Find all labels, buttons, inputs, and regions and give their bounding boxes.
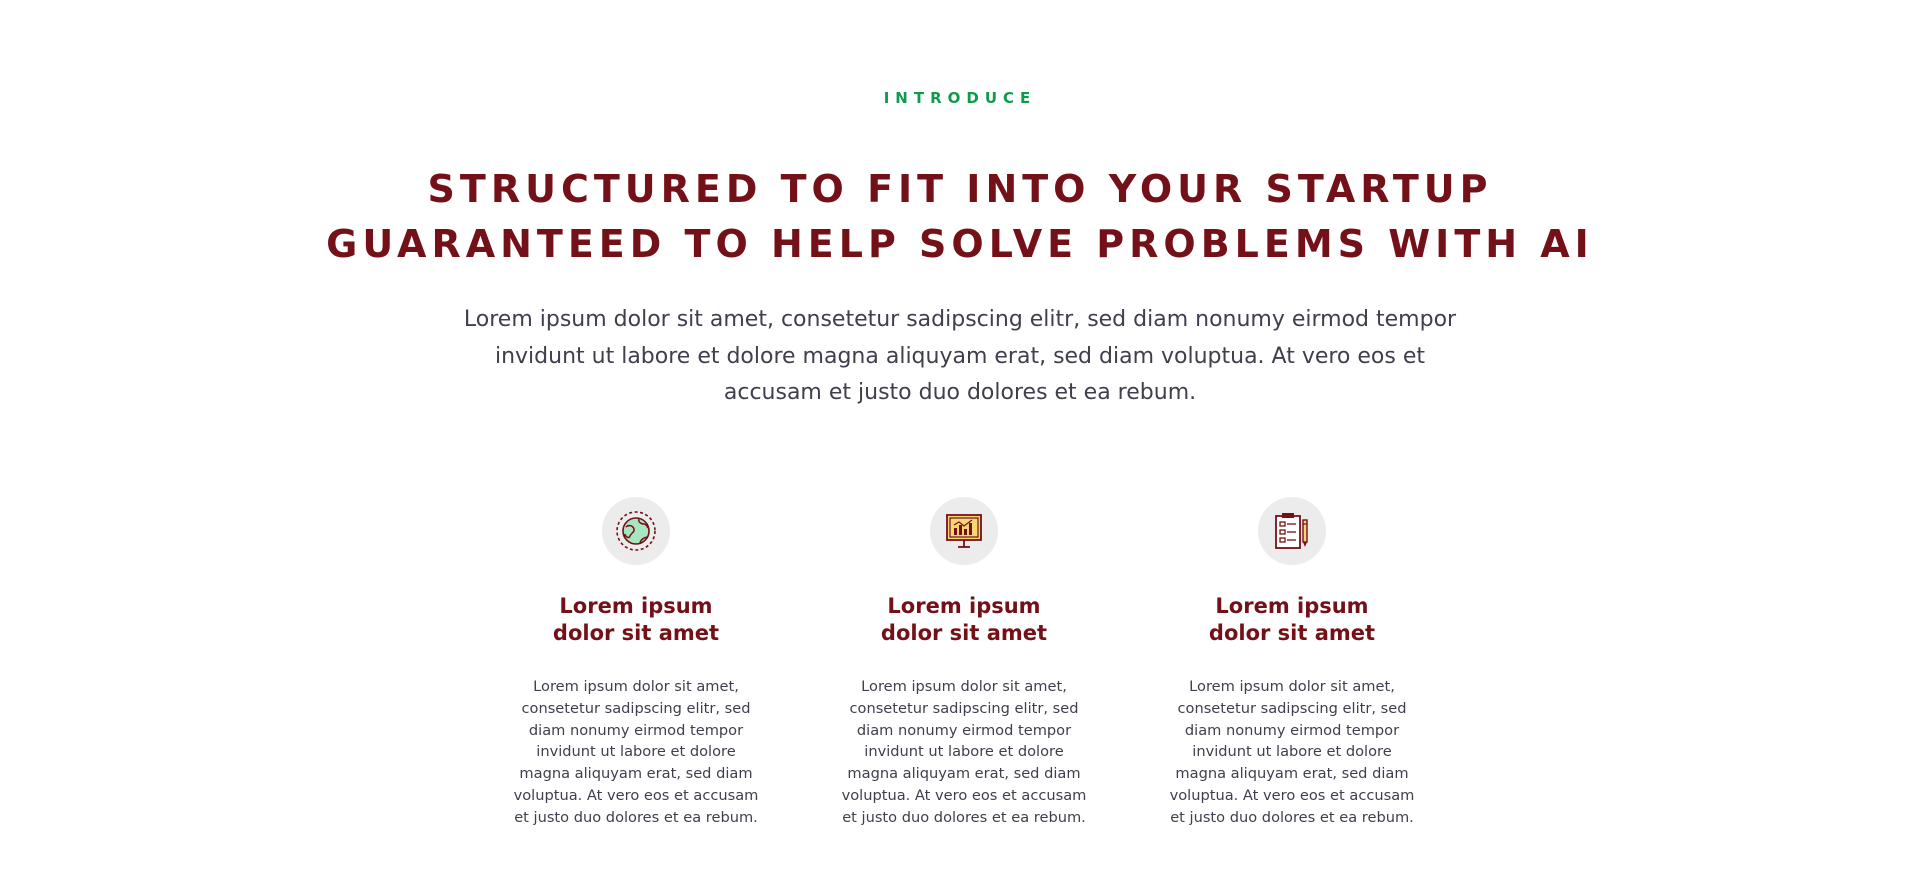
feature-icon-circle <box>602 497 670 565</box>
introduce-section: INTRODUCE STRUCTURED TO FIT INTO YOUR ST… <box>0 0 1920 894</box>
feature-title: Lorem ipsum dolor sit amet <box>1167 593 1417 647</box>
feature-title-line-2: dolor sit amet <box>1208 621 1376 645</box>
presentation-chart-icon <box>946 514 982 548</box>
section-intro-text: Lorem ipsum dolor sit amet, consetetur s… <box>463 307 1457 405</box>
headline-line-1: STRUCTURED TO FIT INTO YOUR STARTUP <box>427 167 1493 211</box>
feature-title-line-1: Lorem ipsum <box>559 594 713 618</box>
feature-description: Lorem ipsum dolor sit amet, consetetur s… <box>1169 678 1415 826</box>
feature-list: Lorem ipsum dolor sit amet Lorem ipsum d… <box>0 497 1920 857</box>
clipboard-pen-icon <box>1275 513 1308 549</box>
feature-card-2: Lorem ipsum dolor sit amet Lorem ipsum d… <box>839 497 1089 829</box>
headline-line-2: GUARANTEED TO HELP SOLVE PROBLEMS WITH A… <box>326 222 1594 266</box>
feature-card-1: Lorem ipsum dolor sit amet Lorem ipsum d… <box>511 497 761 829</box>
section-eyebrow: INTRODUCE <box>883 89 1037 107</box>
feature-title: Lorem ipsum dolor sit amet <box>839 593 1089 647</box>
feature-icon-circle <box>930 497 998 565</box>
feature-icon-circle <box>1258 497 1326 565</box>
feature-title-line-1: Lorem ipsum <box>887 594 1041 618</box>
feature-card-3: Lorem ipsum dolor sit amet Lorem ipsum d… <box>1167 497 1417 829</box>
feature-description: Lorem ipsum dolor sit amet, consetetur s… <box>513 678 759 826</box>
feature-description: Lorem ipsum dolor sit amet, consetetur s… <box>841 678 1087 826</box>
feature-title-line-1: Lorem ipsum <box>1215 594 1369 618</box>
feature-title: Lorem ipsum dolor sit amet <box>511 593 761 647</box>
globe-icon <box>616 511 656 551</box>
feature-title-line-2: dolor sit amet <box>552 621 720 645</box>
feature-title-line-2: dolor sit amet <box>880 621 1048 645</box>
section-headline: STRUCTURED TO FIT INTO YOUR STARTUP GUAR… <box>0 162 1920 272</box>
